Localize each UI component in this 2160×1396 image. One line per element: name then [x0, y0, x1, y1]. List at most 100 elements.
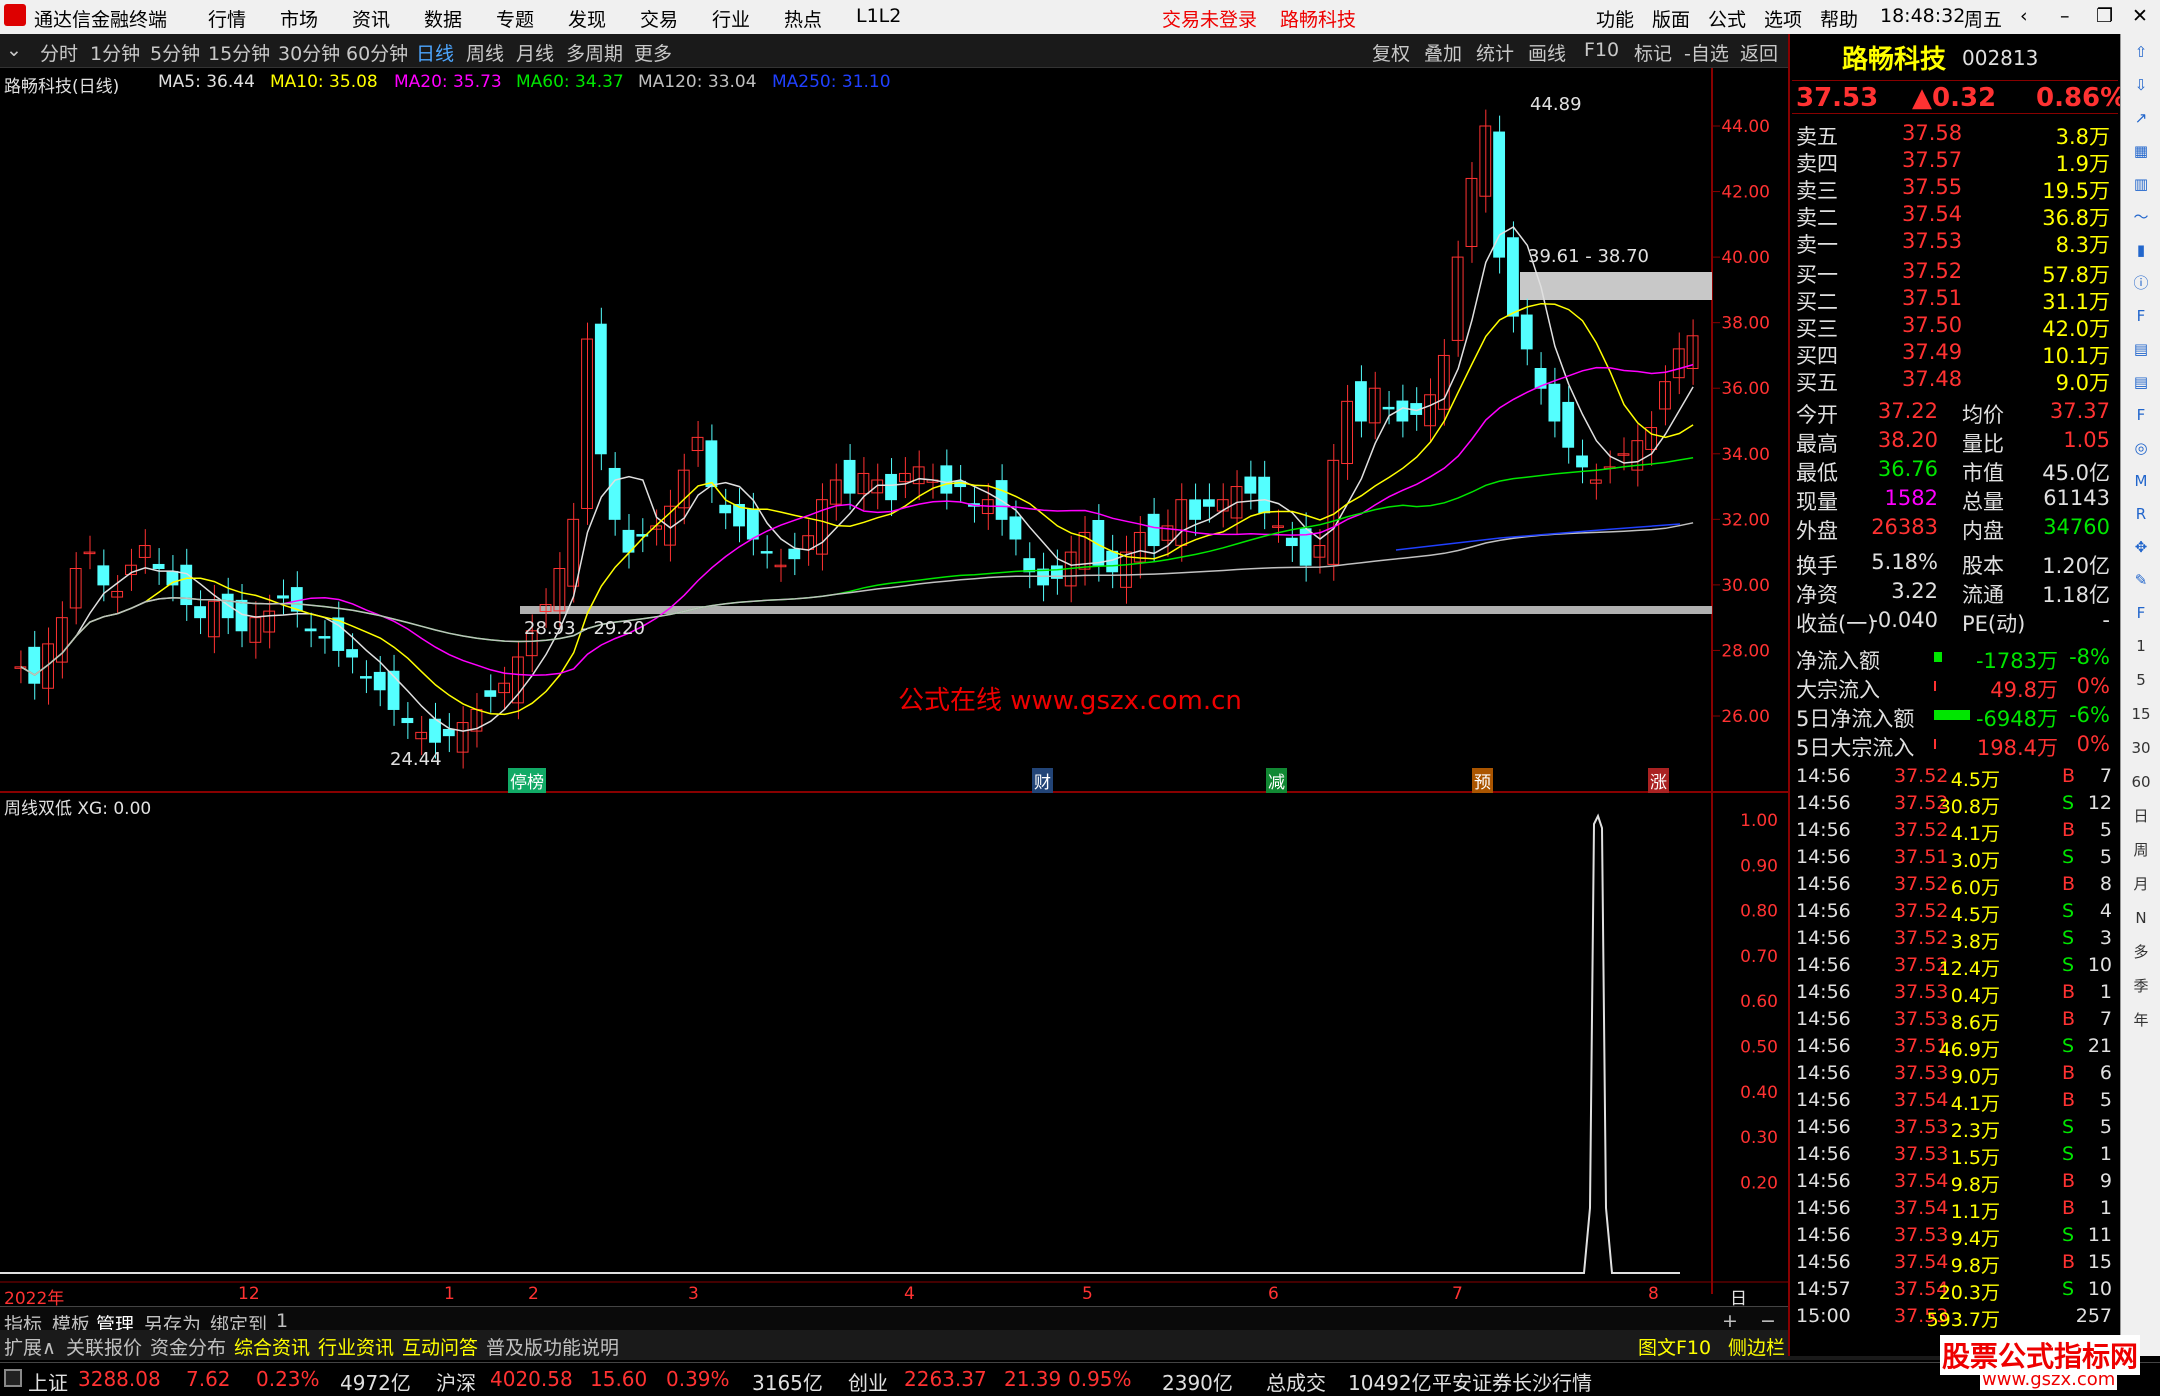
sidebar-period-0[interactable]: 1	[2125, 632, 2157, 660]
period-1m[interactable]: 1分钟	[90, 39, 140, 66]
close-icon[interactable]: ✕	[2132, 5, 2148, 27]
fs-icon[interactable]: F	[2125, 599, 2157, 627]
menu-layout[interactable]: 版面	[1652, 5, 1690, 32]
orderbook-row[interactable]: 卖三 37.55 19.5万	[1792, 174, 2118, 203]
tab-guanlian[interactable]: 关联报价	[66, 1333, 142, 1360]
bar-icon[interactable]: ▥	[2125, 170, 2157, 198]
sidebar-period-7[interactable]: 月	[2125, 870, 2157, 898]
sidebar-period-10[interactable]: 季	[2125, 972, 2157, 1000]
tab-hudong[interactable]: 互动问答	[402, 1333, 478, 1360]
period-day[interactable]: 日线	[416, 39, 454, 66]
f10-icon[interactable]: F	[2125, 302, 2157, 330]
sidebar-period-6[interactable]: 周	[2125, 836, 2157, 864]
period-multi[interactable]: 多周期	[566, 39, 623, 66]
grid-icon[interactable]: ▦	[2125, 137, 2157, 165]
collapse-icon[interactable]: ⌄	[6, 39, 22, 61]
period-60m[interactable]: 60分钟	[346, 39, 408, 66]
period-15m[interactable]: 15分钟	[208, 39, 270, 66]
period-fenshi[interactable]: 分时	[40, 39, 78, 66]
event-zhang[interactable]: 涨	[1648, 768, 1669, 793]
sidebar-period-9[interactable]: 多	[2125, 938, 2157, 966]
orderbook-row[interactable]: 卖二 37.54 36.8万	[1792, 201, 2118, 230]
tab-kuozhan[interactable]: 扩展∧	[4, 1333, 56, 1360]
toolbar-back[interactable]: 返回	[1740, 39, 1778, 66]
toolbar-tongji[interactable]: 统计	[1476, 39, 1514, 66]
line-icon[interactable]: 〜	[2125, 203, 2157, 231]
tab-zijin[interactable]: 资金分布	[150, 1333, 226, 1360]
doc2-icon[interactable]: ▤	[2125, 368, 2157, 396]
sidebar-period-4[interactable]: 60	[2125, 768, 2157, 796]
toolbar-diejia[interactable]: 叠加	[1424, 39, 1462, 66]
menu-options[interactable]: 选项	[1764, 5, 1802, 32]
zoom-out-icon[interactable]: −	[1760, 1310, 1776, 1332]
tab-hangye[interactable]: 行业资讯	[318, 1333, 394, 1360]
macd-icon[interactable]: M	[2125, 467, 2157, 495]
orderbook-row[interactable]: 卖四 37.57 1.9万	[1792, 147, 2118, 176]
orderbook-row[interactable]: 卖一 37.53 8.3万	[1792, 228, 2118, 257]
toolbar-huaxian[interactable]: 画线	[1528, 39, 1566, 66]
toolbar-fuquan[interactable]: 复权	[1372, 39, 1410, 66]
orderbook-row[interactable]: 买一 37.52 57.8万	[1792, 258, 2118, 287]
up-icon[interactable]: ⇧	[2125, 38, 2157, 66]
orderbook-row[interactable]: 买五 37.48 9.0万	[1792, 366, 2118, 395]
trend-icon[interactable]: ↗	[2125, 104, 2157, 132]
tab-puji[interactable]: 普及版功能说明	[486, 1333, 619, 1360]
menu-function[interactable]: 功能	[1596, 5, 1634, 32]
sidebar-period-8[interactable]: N	[2125, 904, 2157, 932]
period-month[interactable]: 月线	[516, 39, 554, 66]
toolbar-f10[interactable]: F10	[1584, 39, 1619, 61]
ind-tick: 0.50	[1740, 1038, 1778, 1058]
menu-hot[interactable]: 热点	[784, 5, 822, 32]
kline-chart[interactable]: 44.00 42.00 40.00 38.00 36.00 34.00 32.00 30.00…	[0, 68, 1788, 1294]
event-jian[interactable]: 减	[1266, 768, 1287, 793]
tab-num[interactable]: 1	[276, 1310, 288, 1332]
menu-discover[interactable]: 发现	[568, 5, 606, 32]
menu-formula[interactable]: 公式	[1708, 5, 1746, 32]
toolbar-biaoji[interactable]: 标记	[1634, 39, 1672, 66]
doc-icon[interactable]: ▤	[2125, 335, 2157, 363]
menu-hq[interactable]: 行情	[208, 5, 246, 32]
fin-icon[interactable]: F	[2125, 401, 2157, 429]
login-status[interactable]: 交易未登录	[1162, 5, 1257, 32]
sidebar-period-3[interactable]: 30	[2125, 734, 2157, 762]
tab-zonghe[interactable]: 综合资讯	[234, 1333, 310, 1360]
menu-l1l2[interactable]: L1L2	[856, 5, 901, 27]
menu-data[interactable]: 数据	[424, 5, 462, 32]
period-30m[interactable]: 30分钟	[278, 39, 340, 66]
tick-time: 14:57	[1796, 1278, 1851, 1300]
rsi-icon[interactable]: R	[2125, 500, 2157, 528]
event-yu[interactable]: 预	[1472, 768, 1493, 793]
move-icon[interactable]: ✥	[2125, 533, 2157, 561]
event-cai[interactable]: 财	[1032, 768, 1053, 793]
minimize-icon[interactable]: –	[2060, 5, 2070, 27]
restore-icon[interactable]: ❐	[2096, 5, 2113, 27]
period-week[interactable]: 周线	[466, 39, 504, 66]
sidebar-period-2[interactable]: 15	[2125, 700, 2157, 728]
toolbar-zixuan[interactable]: -自选	[1684, 39, 1729, 66]
back-icon[interactable]: ‹	[2020, 5, 2028, 27]
orderbook-row[interactable]: 卖五 37.58 3.8万	[1792, 120, 2118, 149]
pen-icon[interactable]: ✎	[2125, 566, 2157, 594]
menu-industry[interactable]: 行业	[712, 5, 750, 32]
sidebar-period-11[interactable]: 年	[2125, 1006, 2157, 1034]
event-tingbang[interactable]: 停榜	[508, 768, 546, 793]
k-icon[interactable]: ▮	[2125, 236, 2157, 264]
zoom-in-icon[interactable]: +	[1722, 1310, 1738, 1332]
sidebar-period-1[interactable]: 5	[2125, 666, 2157, 694]
tab-f10[interactable]: 图文F10	[1638, 1333, 1711, 1360]
indicator-header[interactable]: 周线双低 XG: 0.00	[4, 794, 151, 819]
menu-market[interactable]: 市场	[280, 5, 318, 32]
menu-news[interactable]: 资讯	[352, 5, 390, 32]
down-icon[interactable]: ⇩	[2125, 71, 2157, 99]
period-5m[interactable]: 5分钟	[150, 39, 200, 66]
circle-icon[interactable]: ◎	[2125, 434, 2157, 462]
period-more[interactable]: 更多	[634, 39, 672, 66]
orderbook-row[interactable]: 买二 37.51 31.1万	[1792, 285, 2118, 314]
orderbook-row[interactable]: 买四 37.49 10.1万	[1792, 339, 2118, 368]
menu-topic[interactable]: 专题	[496, 5, 534, 32]
menu-help[interactable]: 帮助	[1820, 5, 1858, 32]
orderbook-row[interactable]: 买三 37.50 42.0万	[1792, 312, 2118, 341]
menu-trade[interactable]: 交易	[640, 5, 678, 32]
sidebar-period-5[interactable]: 日	[2125, 802, 2157, 830]
info-icon[interactable]: ⓘ	[2125, 269, 2157, 297]
